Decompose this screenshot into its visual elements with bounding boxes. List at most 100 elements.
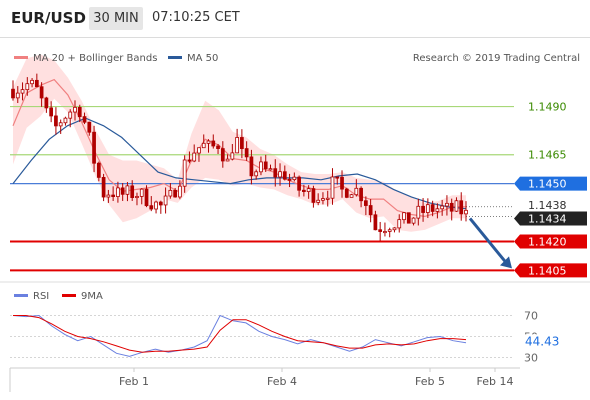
ma20-legend-label: MA 20 + Bollinger Bands bbox=[33, 53, 157, 64]
candle-body bbox=[373, 214, 378, 231]
candle-body bbox=[34, 79, 39, 88]
candle-body bbox=[220, 148, 225, 162]
candle-body bbox=[392, 227, 397, 231]
candle-body bbox=[454, 200, 459, 212]
candle bbox=[349, 193, 354, 198]
candle-body bbox=[82, 116, 87, 123]
ma50-legend-label: MA 50 bbox=[187, 53, 218, 64]
candle-body bbox=[273, 168, 278, 178]
candle bbox=[235, 128, 239, 154]
level-label-support: 1.1405 bbox=[528, 264, 567, 277]
bollinger-bands bbox=[13, 54, 466, 232]
candle-body bbox=[54, 115, 58, 127]
candle-body bbox=[235, 137, 239, 154]
candle-body bbox=[139, 188, 144, 197]
copyright-credit: Research © 2019 Trading Central bbox=[413, 53, 580, 64]
candle-body bbox=[73, 106, 77, 113]
rsi-legend-swatch bbox=[14, 294, 28, 297]
candle-body bbox=[259, 161, 263, 173]
candle-body bbox=[197, 147, 201, 154]
candle-body bbox=[435, 208, 440, 212]
candle-body bbox=[297, 176, 301, 191]
ma9-legend-label: 9MA bbox=[81, 291, 103, 302]
candle-body bbox=[92, 131, 96, 164]
candle bbox=[383, 222, 387, 237]
candle-body bbox=[268, 168, 273, 171]
candle-body bbox=[263, 161, 268, 170]
ma50-legend-swatch bbox=[168, 56, 182, 59]
candle-body bbox=[11, 88, 15, 99]
price-chart: 1.1490 1.1465 1.1450 1.1420 1.1405 1.14341.14… bbox=[0, 53, 590, 392]
candle-body bbox=[63, 117, 68, 124]
candle bbox=[378, 221, 383, 241]
candle-body bbox=[254, 171, 259, 177]
candle-body bbox=[149, 205, 154, 210]
candle-body bbox=[306, 188, 311, 192]
candle bbox=[154, 200, 158, 214]
forecast-arrow-shaft bbox=[468, 217, 507, 263]
candle bbox=[63, 116, 68, 126]
candle-body bbox=[249, 156, 254, 177]
close-price-label: 1.1434 bbox=[528, 212, 567, 225]
x-axis-label: Feb 5 bbox=[415, 375, 445, 388]
candle-body bbox=[20, 89, 25, 94]
candle-body bbox=[449, 202, 454, 212]
rsi-tick-label: 30 bbox=[524, 352, 538, 365]
x-axis-label: Feb 14 bbox=[477, 375, 514, 388]
candle-body bbox=[154, 201, 158, 210]
candle-body bbox=[120, 187, 125, 195]
candle-body bbox=[240, 137, 244, 149]
candle-body bbox=[321, 198, 325, 201]
candle-body bbox=[421, 205, 425, 213]
candle-body bbox=[464, 209, 468, 215]
bollinger-band-area bbox=[13, 54, 466, 232]
candle-body bbox=[25, 83, 30, 91]
rsi-legend-label: RSI bbox=[33, 291, 49, 302]
candle-body bbox=[96, 162, 101, 178]
level-label-resistance: 1.1490 bbox=[528, 101, 567, 114]
candle-body bbox=[330, 176, 335, 199]
candle-body bbox=[459, 200, 464, 215]
candle-body bbox=[378, 229, 383, 232]
candle-body bbox=[302, 189, 306, 192]
candle-body bbox=[359, 187, 363, 202]
candle-body bbox=[77, 106, 82, 118]
candle-body bbox=[158, 201, 163, 206]
candle bbox=[101, 173, 106, 202]
last-price-label: 1.1438 bbox=[528, 199, 567, 212]
candle-body bbox=[344, 188, 349, 198]
candle-body bbox=[101, 176, 106, 198]
candle-body bbox=[111, 194, 115, 197]
candle-body bbox=[364, 200, 368, 206]
candle-body bbox=[201, 142, 206, 149]
candle-body bbox=[316, 199, 321, 203]
forecast-arrow bbox=[468, 217, 512, 269]
candle-body bbox=[163, 195, 168, 206]
candle bbox=[406, 212, 411, 224]
candle-body bbox=[206, 140, 211, 144]
candle-body bbox=[106, 194, 111, 198]
candle-body bbox=[402, 212, 406, 221]
candle-body bbox=[335, 176, 340, 179]
rsi-panel: 70503044.43 bbox=[10, 310, 581, 365]
candle-body bbox=[225, 158, 230, 162]
candle bbox=[49, 101, 54, 123]
candle-body bbox=[15, 92, 20, 99]
candle-body bbox=[354, 187, 359, 196]
candle-body bbox=[368, 205, 373, 216]
candle-body bbox=[292, 176, 297, 181]
candle bbox=[158, 200, 163, 214]
candle-body bbox=[282, 171, 287, 180]
rsi-tick-label: 70 bbox=[524, 310, 538, 323]
candle-body bbox=[325, 197, 330, 200]
candle-body bbox=[58, 122, 63, 127]
x-axis-label: Feb 1 bbox=[119, 375, 149, 388]
ma20-legend-swatch bbox=[14, 56, 28, 59]
candle bbox=[54, 107, 58, 135]
candle-body bbox=[192, 152, 197, 162]
level-label-pivot: 1.1450 bbox=[528, 178, 567, 191]
candle-body bbox=[397, 219, 402, 229]
candle bbox=[387, 227, 392, 238]
x-axis-label: Feb 4 bbox=[267, 375, 297, 388]
candle-body bbox=[406, 212, 411, 224]
